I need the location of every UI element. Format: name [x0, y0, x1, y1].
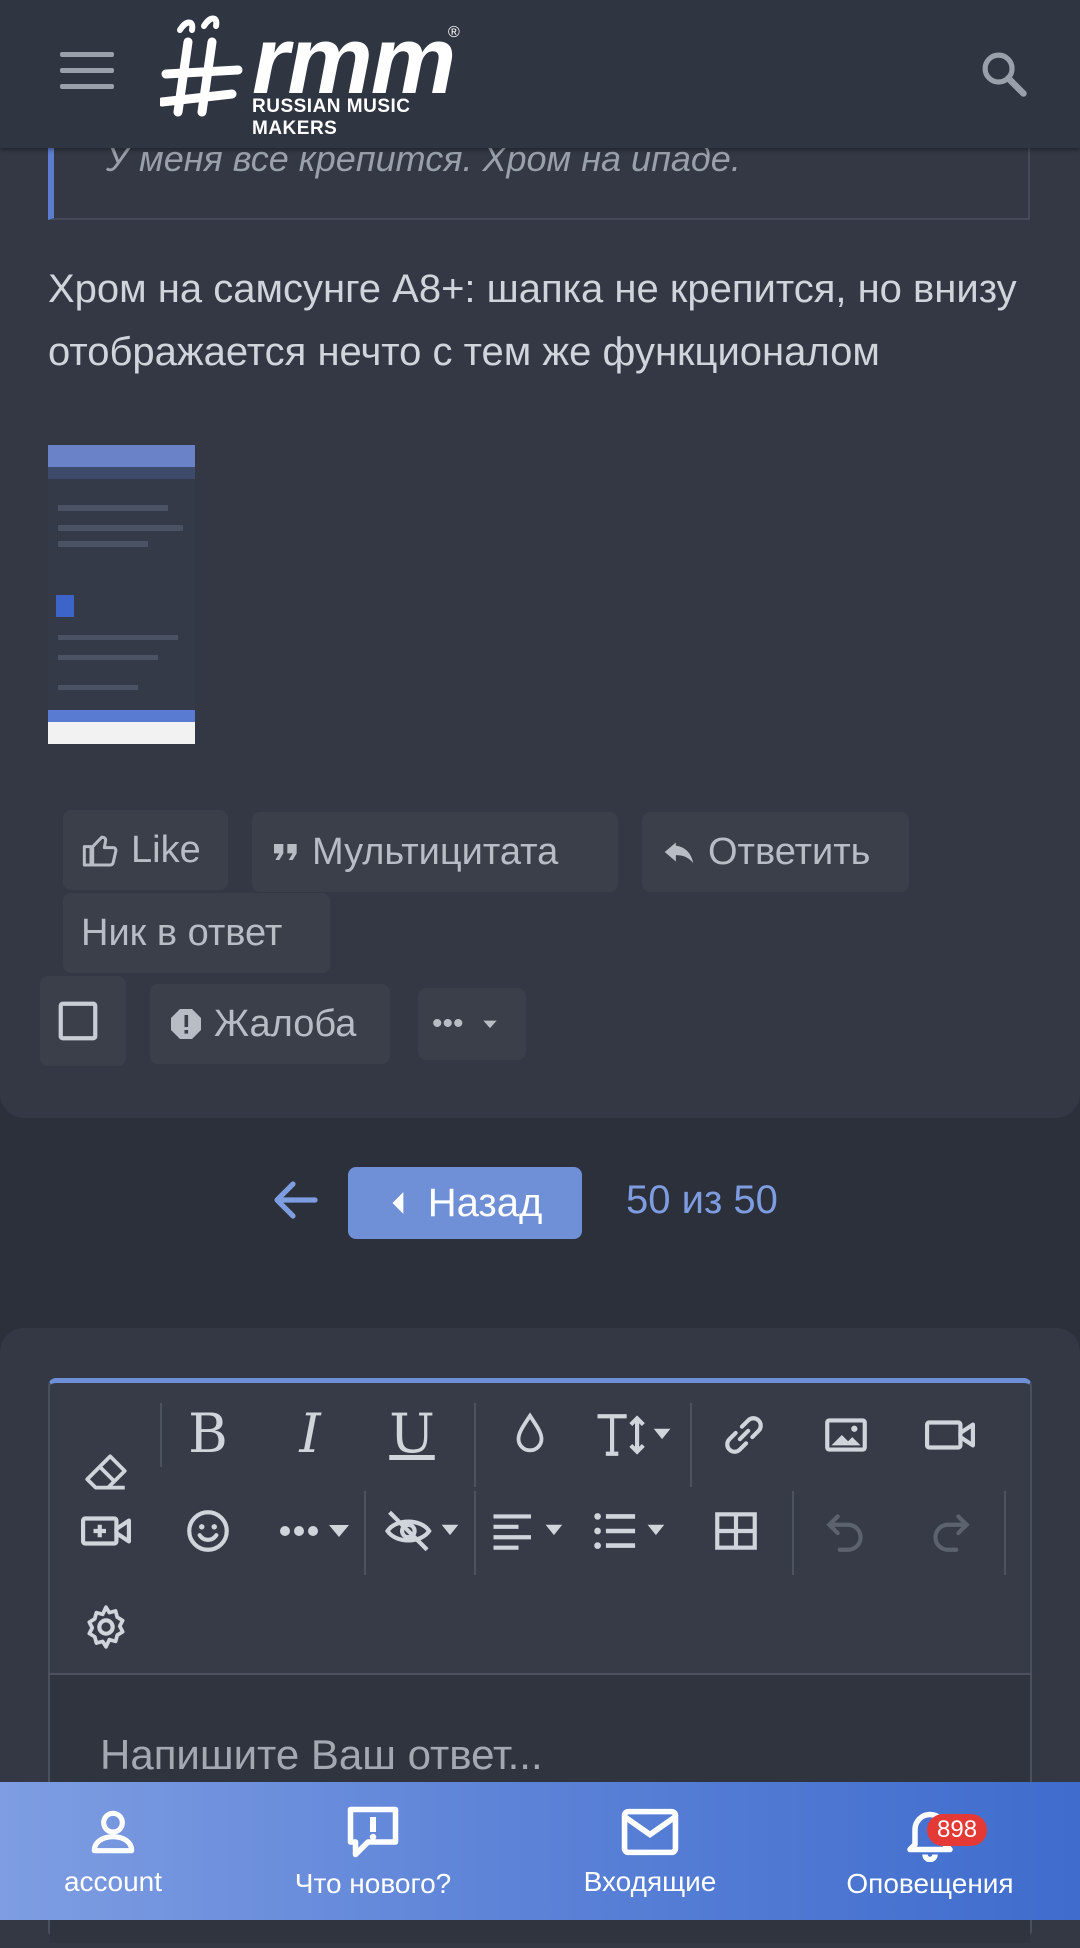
caret-down-icon	[482, 1020, 497, 1029]
reply-placeholder: Напишите Ваш ответ...	[100, 1731, 543, 1778]
report-label: Жалоба	[214, 1002, 357, 1045]
editor-settings-button[interactable]	[66, 1587, 146, 1667]
search-icon	[982, 52, 1027, 97]
reply-button[interactable]: Ответить	[642, 812, 909, 892]
underline-icon: U	[389, 1401, 435, 1465]
italic-button[interactable]: I	[270, 1393, 350, 1473]
nav-alerts-label: Оповещения	[846, 1868, 1014, 1899]
post-body-text: Хром на самсунге А8+: шапка не крепится,…	[48, 267, 1017, 374]
text-color-button[interactable]	[490, 1395, 570, 1475]
video-icon	[925, 1420, 975, 1450]
image-icon	[825, 1418, 867, 1452]
whats-new-icon	[347, 1806, 399, 1858]
text-size-icon	[597, 1414, 671, 1456]
like-button[interactable]: Like	[63, 810, 228, 890]
prev-page-label: Назад	[427, 1180, 543, 1225]
font-size-button[interactable]	[590, 1395, 680, 1475]
link-button[interactable]	[704, 1395, 784, 1475]
search-button[interactable]	[978, 48, 1030, 100]
logo-registered: ®	[448, 24, 460, 41]
thumbs-up-icon	[82, 835, 118, 867]
insert-image-button[interactable]	[806, 1395, 886, 1475]
post-card: У меня все крепится. Хром на ипаде. Хром…	[0, 0, 1080, 1118]
more-label: •••	[432, 1007, 464, 1040]
more-options-button[interactable]	[272, 1491, 362, 1571]
top-header: rmm RUSSIAN MUSIC MAKERS ®	[0, 0, 1080, 148]
spoiler-icon	[384, 1510, 459, 1552]
nick-reply-button[interactable]: Ник в ответ	[63, 893, 330, 973]
undo-button[interactable]	[806, 1491, 886, 1571]
list-button[interactable]	[588, 1491, 678, 1571]
bottom-navigation: account Что нового? Входящие Оповещения …	[0, 1782, 1080, 1920]
smiley-icon	[187, 1510, 229, 1552]
page-status: 50 из 50	[626, 1178, 778, 1222]
redo-button[interactable]	[910, 1491, 990, 1571]
table-icon	[715, 1512, 757, 1550]
prev-page-button[interactable]: Назад	[348, 1167, 582, 1239]
multiquote-button[interactable]: Мультицитата	[252, 812, 618, 892]
smilies-button[interactable]	[168, 1491, 248, 1571]
like-label: Like	[131, 828, 201, 871]
logo-subtitle: RUSSIAN MUSIC MAKERS	[252, 96, 411, 139]
report-button[interactable]: Жалоба	[150, 984, 390, 1064]
reply-label: Ответить	[708, 830, 871, 873]
link-icon	[725, 1416, 763, 1454]
italic-icon: I	[299, 1401, 321, 1465]
nav-alerts[interactable]: Оповещения	[830, 1782, 1030, 1920]
nav-account[interactable]: account	[28, 1782, 198, 1920]
attachment-thumbnail[interactable]	[48, 445, 195, 744]
nav-inbox[interactable]: Входящие	[560, 1782, 740, 1920]
color-drop-icon	[516, 1412, 544, 1453]
nav-whats-new[interactable]: Что нового?	[270, 1782, 476, 1920]
align-button[interactable]	[486, 1491, 576, 1571]
video-add-icon	[81, 1516, 132, 1546]
reply-icon	[664, 842, 694, 864]
back-arrow-button[interactable]	[270, 1178, 320, 1222]
insert-media-button[interactable]	[66, 1491, 146, 1571]
mail-icon	[621, 1808, 679, 1856]
site-logo[interactable]: rmm RUSSIAN MUSIC MAKERS ®	[160, 7, 470, 139]
spoiler-button[interactable]	[380, 1491, 470, 1571]
menu-icon[interactable]	[60, 52, 114, 92]
more-actions-button[interactable]: •••	[418, 988, 526, 1060]
insert-video-button[interactable]	[910, 1395, 990, 1475]
caret-left-icon	[392, 1192, 404, 1214]
report-icon	[171, 1009, 201, 1039]
settings-icon	[87, 1605, 125, 1649]
alerts-badge: 898	[927, 1814, 988, 1846]
nav-inbox-label: Входящие	[583, 1866, 717, 1897]
nick-reply-label: Ник в ответ	[81, 911, 283, 954]
quote-icon	[274, 844, 297, 860]
logo-mark-icon	[160, 15, 243, 117]
list-icon	[594, 1513, 665, 1549]
arrow-left-icon	[274, 1181, 318, 1219]
table-button[interactable]	[696, 1491, 776, 1571]
bold-button[interactable]: B	[168, 1393, 248, 1473]
account-icon	[91, 1810, 135, 1854]
redo-icon	[933, 1514, 970, 1552]
nav-account-label: account	[63, 1866, 163, 1897]
align-icon	[493, 1514, 563, 1550]
bold-icon: B	[188, 1401, 228, 1465]
undo-icon	[826, 1514, 863, 1552]
multiquote-label: Мультицитата	[312, 830, 559, 873]
select-checkbox[interactable]	[40, 976, 126, 1066]
more-icon	[280, 1525, 349, 1537]
nav-whats-new-label: Что нового?	[294, 1868, 452, 1899]
underline-button[interactable]: U	[372, 1393, 452, 1473]
checkbox-icon	[58, 1001, 98, 1041]
